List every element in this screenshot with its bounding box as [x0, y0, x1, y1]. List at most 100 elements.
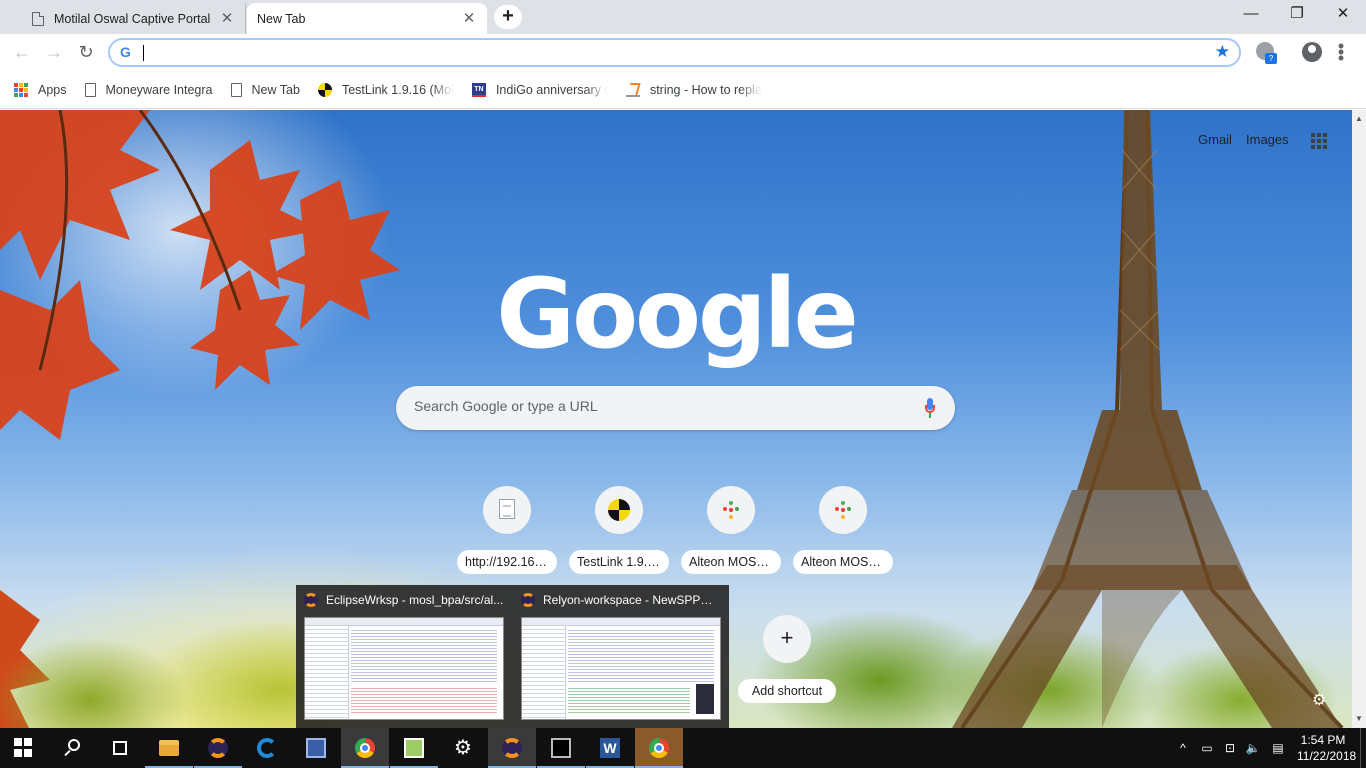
bookmark-moneyware[interactable]: Moneyware Integra [84, 82, 213, 97]
shortcut-label: Alteon MOSL-... [793, 550, 893, 574]
taskbar-search-button[interactable] [48, 728, 96, 768]
tab-new-tab[interactable]: New Tab ✕ [247, 3, 487, 34]
tab-title: Motilal Oswal Captive Portal [54, 11, 211, 26]
chrome-icon [355, 738, 375, 758]
taskbar-chrome[interactable] [341, 728, 389, 768]
thumbnail-title: Relyon-workspace - NewSPPC/... [543, 593, 721, 607]
taskbar-notepad[interactable] [390, 728, 438, 768]
page-scrollbar[interactable]: ▲ ▼ [1352, 110, 1366, 728]
shortcut-tile[interactable]: Alteon MOSL-... [679, 486, 783, 577]
restore-button[interactable]: ❐ [1274, 0, 1320, 30]
task-view-button[interactable] [96, 728, 144, 768]
search-input[interactable] [414, 398, 894, 414]
stackoverflow-icon [625, 83, 640, 97]
gmail-link[interactable]: Gmail [1198, 132, 1232, 147]
plus-icon: + [763, 615, 811, 663]
shortcut-tile[interactable]: TestLink 1.9.16 (... [567, 486, 671, 577]
shortcut-label: http://192.168.1... [457, 550, 557, 574]
eclipse-icon [208, 738, 228, 758]
scroll-up-icon[interactable]: ▲ [1352, 112, 1366, 126]
eclipse-icon [304, 593, 318, 607]
settings-gear-icon: ⚙ [454, 737, 472, 759]
google-favicon-icon: G [120, 44, 131, 60]
bookmark-label: IndiGo anniversary sa [495, 82, 608, 97]
testlink-icon [608, 499, 630, 521]
microphone-icon[interactable] [925, 398, 935, 418]
task-view-icon [113, 741, 127, 755]
bookmark-testlink[interactable]: TestLink 1.9.16 (Moka [317, 82, 454, 97]
extension-badge: ? [1265, 53, 1277, 64]
tab-close-icon[interactable]: ✕ [461, 10, 477, 27]
tab-strip: Motilal Oswal Captive Portal ✕ New Tab ✕… [0, 0, 1366, 34]
customize-gear-icon[interactable]: ⚙ [1312, 690, 1326, 710]
volume-muted-icon[interactable]: 🔈 [1245, 740, 1261, 756]
bookmark-new-tab[interactable]: New Tab [230, 82, 300, 97]
search-icon [68, 739, 80, 751]
google-apps-icon[interactable] [1311, 133, 1327, 149]
bookmark-apps[interactable]: Apps [14, 82, 67, 97]
bookmark-stackoverflow[interactable]: string - How to repla [625, 83, 762, 97]
add-shortcut-tile[interactable]: + Add shortcut [735, 615, 839, 703]
windows-logo-icon [14, 738, 34, 758]
bookmark-indigo[interactable]: TN IndiGo anniversary sa [471, 82, 608, 97]
shortcut-tile[interactable]: http://192.168.1... [455, 486, 559, 577]
address-bar[interactable]: G ★ [108, 38, 1241, 67]
text-caret [143, 45, 144, 61]
forward-button[interactable]: → [41, 40, 67, 66]
window-thumbnail[interactable]: Relyon-workspace - NewSPPC/... [513, 585, 729, 728]
shortcut-tile[interactable]: Alteon MOSL-... [791, 486, 895, 577]
taskbar-thumbnail-popup: EclipseWrksp - mosl_bpa/src/al... Relyon… [296, 585, 729, 728]
google-logo: Google [496, 258, 858, 370]
show-desktop-button[interactable] [1360, 728, 1366, 768]
browser-toolbar: ← → ↻ G ★ ? • • • [0, 34, 1366, 71]
profile-avatar-icon[interactable] [1302, 42, 1322, 62]
bookmarks-bar: Apps Moneyware Integra New Tab TestLink … [0, 71, 1366, 109]
taskbar-edge[interactable] [243, 728, 291, 768]
shortcut-label: Alteon MOSL-... [681, 550, 781, 574]
shortcut-icon-circle [707, 486, 755, 534]
document-icon [499, 499, 515, 519]
tab-close-icon[interactable]: ✕ [219, 10, 235, 27]
folder-icon [159, 740, 179, 756]
alteon-icon [834, 501, 852, 519]
new-tab-button[interactable]: + [494, 5, 522, 29]
system-clock[interactable]: 1:54 PM 11/22/2018 [1297, 732, 1356, 764]
alteon-icon [722, 501, 740, 519]
tray-chevron-icon[interactable]: ^ [1175, 740, 1191, 756]
taskbar-settings[interactable]: ⚙ [439, 728, 487, 768]
chrome-icon [649, 738, 669, 758]
taskbar-file-explorer[interactable] [145, 728, 193, 768]
menu-kebab-icon[interactable]: • • • [1333, 37, 1349, 67]
start-button[interactable] [0, 728, 48, 768]
taskbar-computer[interactable] [292, 728, 340, 768]
bookmark-star-icon[interactable]: ★ [1215, 42, 1230, 62]
minimize-button[interactable]: — [1228, 0, 1274, 30]
clock-time: 1:54 PM [1300, 733, 1346, 747]
windows-taskbar: ⚙ W ^ ▭ ⊡ 🔈 ▤ 1:54 PM 11/22/2018 [0, 728, 1366, 768]
tab-title: New Tab [257, 11, 306, 26]
network-icon[interactable]: ⊡ [1222, 740, 1238, 756]
close-window-button[interactable]: ✕ [1320, 0, 1366, 30]
shortcut-icon-circle [595, 486, 643, 534]
taskbar-cmd[interactable] [537, 728, 585, 768]
tab-motilal-oswal[interactable]: Motilal Oswal Captive Portal ✕ [22, 3, 246, 34]
command-prompt-icon [551, 738, 571, 758]
thumbnail-preview [521, 617, 721, 720]
notifications-icon[interactable]: ▤ [1270, 740, 1286, 756]
taskbar-word[interactable]: W [586, 728, 634, 768]
battery-icon[interactable]: ▭ [1199, 740, 1215, 756]
scroll-down-icon[interactable]: ▼ [1352, 712, 1366, 726]
taskbar-eclipse-2[interactable] [488, 728, 536, 768]
eclipse-icon [521, 593, 535, 607]
images-link[interactable]: Images [1246, 132, 1289, 147]
eclipse-icon [502, 738, 522, 758]
taskbar-eclipse[interactable] [194, 728, 242, 768]
window-thumbnail[interactable]: EclipseWrksp - mosl_bpa/src/al... [296, 585, 512, 728]
taskbar-chrome-2[interactable] [635, 728, 683, 768]
thumbnail-preview [304, 617, 504, 720]
reload-button[interactable]: ↻ [73, 40, 99, 66]
shortcut-icon-circle [483, 486, 531, 534]
back-button[interactable]: ← [9, 40, 35, 66]
thumbnail-header: EclipseWrksp - mosl_bpa/src/al... [304, 593, 504, 607]
ntp-search-box[interactable] [396, 386, 955, 430]
